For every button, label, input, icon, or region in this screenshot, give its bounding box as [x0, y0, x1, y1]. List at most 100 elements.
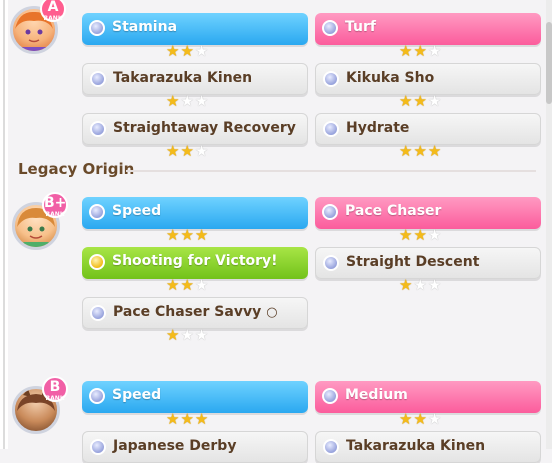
star-rating: ★★★: [166, 43, 209, 59]
factor-card-takarazuka-kinen[interactable]: Takarazuka Kinen: [82, 63, 308, 95]
factor-card-speed[interactable]: Speed: [82, 381, 308, 413]
factor-sparkle-icon: [89, 388, 105, 404]
factor-sparkle-icon: [322, 20, 338, 36]
star-icon: ★: [180, 410, 195, 428]
star-icon: ★: [166, 226, 181, 244]
factor-label: Hydrate: [346, 120, 410, 136]
star-icon: ★: [166, 326, 181, 344]
rank-sub: RANK: [45, 211, 65, 218]
factor-sparkle-icon: [322, 388, 338, 404]
avatar-character-1[interactable]: A RANK: [8, 0, 66, 60]
star-icon: ★: [180, 326, 195, 344]
timeline-line: [3, 0, 5, 449]
rank-sub: RANK: [43, 15, 63, 22]
factor-card-kikuka-sho[interactable]: Kikuka Sho: [315, 63, 541, 95]
factor-label: Kikuka Sho: [346, 70, 435, 86]
scrollbar-thumb[interactable]: [546, 22, 552, 104]
avatar-character-3[interactable]: B RANK: [10, 376, 68, 440]
factor-card-hydrate[interactable]: Hydrate: [315, 113, 541, 145]
scrollbar-track[interactable]: [546, 0, 552, 449]
star-rating: ★★★: [399, 93, 442, 109]
factor-label: Shooting for Victory!: [112, 253, 278, 269]
rank-letter: B: [49, 379, 61, 395]
factor-card-medium[interactable]: Medium: [315, 381, 541, 413]
factor-sparkle-icon: [90, 121, 106, 137]
star-icon: ★: [399, 410, 414, 428]
factor-sparkle-icon: [323, 439, 339, 455]
factor-card-takarazuka-kinen[interactable]: Takarazuka Kinen: [315, 431, 541, 463]
factor-label: Speed: [112, 387, 162, 403]
factor-sparkle-icon: [322, 204, 338, 220]
star-rating: ★★★: [399, 411, 442, 427]
factor-sparkle-icon: [90, 71, 106, 87]
star-icon: ★: [413, 226, 428, 244]
section-divider: [126, 170, 536, 172]
factor-label-text: Pace Chaser Savvy: [113, 304, 262, 320]
star-icon: ★: [399, 276, 414, 294]
factor-card-turf[interactable]: Turf: [315, 13, 541, 45]
factor-label: Stamina: [112, 19, 178, 35]
star-icon: ★: [427, 42, 443, 60]
star-icon: ★: [427, 226, 443, 244]
rank-badge: B RANK: [42, 376, 68, 402]
factor-label: Pace Chaser Savvy ○: [113, 304, 278, 320]
star-icon: ★: [180, 276, 195, 294]
factor-label: Straight Descent: [346, 254, 480, 270]
star-rating: ★★★: [166, 411, 209, 427]
factor-sparkle-icon: [323, 121, 339, 137]
star-icon: ★: [180, 142, 195, 160]
star-icon: ★: [399, 142, 414, 160]
factor-label: Japanese Derby: [113, 438, 237, 454]
star-icon: ★: [413, 42, 428, 60]
factor-card-stamina[interactable]: Stamina: [82, 13, 308, 45]
avatar-character-2[interactable]: B+ RANK: [10, 192, 68, 256]
star-icon: ★: [399, 226, 414, 244]
factor-label: Medium: [345, 387, 408, 403]
factor-sparkle-icon: [323, 71, 339, 87]
factor-card-shooting-for-victory[interactable]: Shooting for Victory!: [82, 247, 308, 279]
factor-label: Takarazuka Kinen: [113, 70, 253, 86]
factor-card-japanese-derby[interactable]: Japanese Derby: [82, 431, 308, 463]
star-icon: ★: [180, 226, 195, 244]
star-icon: ★: [194, 276, 210, 294]
star-rating: ★★★: [399, 143, 442, 159]
factor-card-pace-chaser[interactable]: Pace Chaser: [315, 197, 541, 229]
factor-sparkle-icon: [89, 20, 105, 36]
star-icon: ★: [399, 42, 414, 60]
star-icon: ★: [413, 92, 428, 110]
star-icon: ★: [166, 142, 181, 160]
factor-card-straight-descent[interactable]: Straight Descent: [315, 247, 541, 279]
star-icon: ★: [427, 142, 443, 160]
factor-sparkle-icon: [90, 439, 106, 455]
factor-card-speed[interactable]: Speed: [82, 197, 308, 229]
rank-badge: B+ RANK: [42, 192, 68, 218]
star-icon: ★: [194, 42, 210, 60]
star-icon: ★: [194, 226, 210, 244]
section-title-legacy-origin: Legacy Origin: [18, 160, 135, 178]
factor-card-pace-chaser-savvy[interactable]: Pace Chaser Savvy ○: [82, 297, 308, 329]
star-icon: ★: [166, 92, 181, 110]
star-rating: ★★★: [166, 227, 209, 243]
star-rating: ★★★: [166, 93, 209, 109]
star-icon: ★: [194, 92, 210, 110]
rank-sub: RANK: [45, 395, 65, 402]
star-icon: ★: [413, 142, 428, 160]
rank-letter: A: [47, 0, 59, 15]
star-rating: ★★★: [166, 277, 209, 293]
skill-level-suffix: ○: [266, 305, 278, 320]
factor-label: Speed: [112, 203, 162, 219]
timeline-rail: [0, 0, 8, 449]
star-icon: ★: [166, 276, 181, 294]
star-icon: ★: [194, 410, 210, 428]
star-icon: ★: [413, 410, 428, 428]
star-icon: ★: [194, 326, 210, 344]
factor-card-straightaway-recovery[interactable]: Straightaway Recovery: [82, 113, 308, 145]
star-rating: ★★★: [399, 43, 442, 59]
factor-label: Takarazuka Kinen: [346, 438, 486, 454]
star-icon: ★: [194, 142, 210, 160]
star-rating: ★★★: [166, 327, 209, 343]
star-icon: ★: [180, 92, 195, 110]
star-icon: ★: [427, 276, 443, 294]
star-icon: ★: [180, 42, 195, 60]
star-rating: ★★★: [399, 227, 442, 243]
